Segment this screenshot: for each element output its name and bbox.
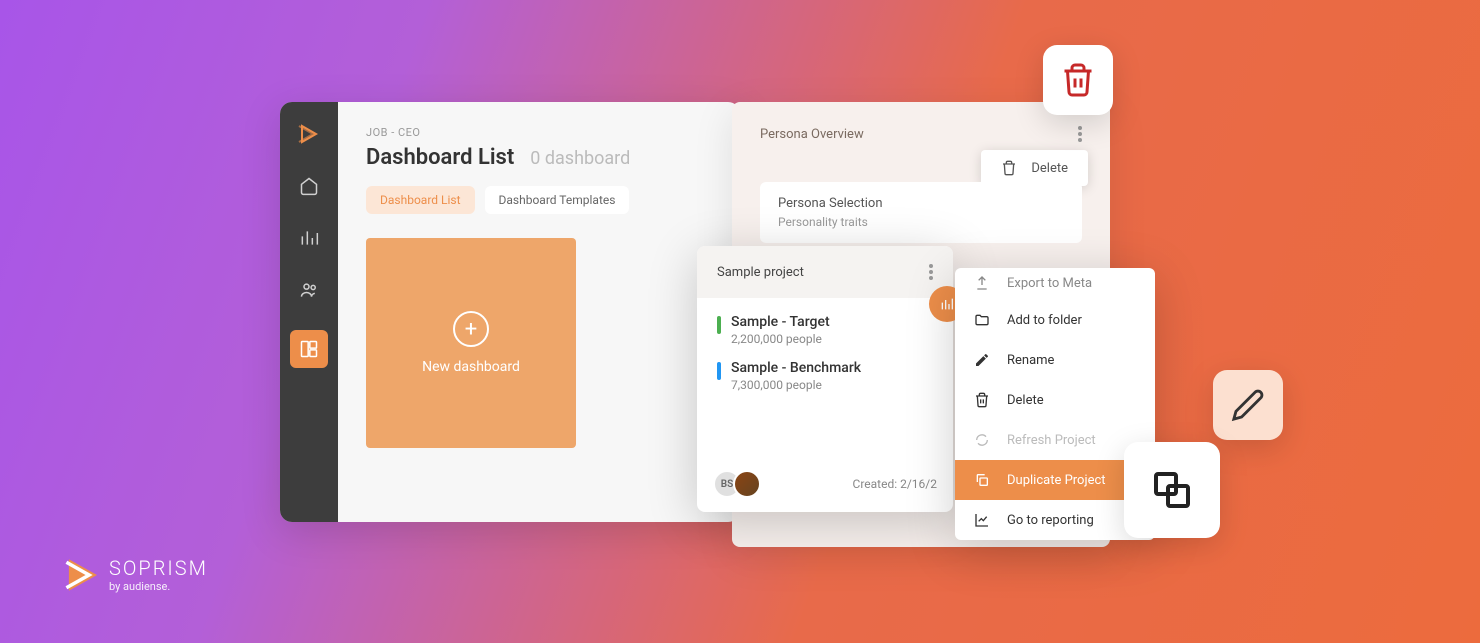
pencil-icon (973, 351, 991, 369)
target-people: 2,200,000 people (731, 332, 933, 346)
export-icon (973, 274, 991, 292)
trash-icon (1060, 62, 1096, 98)
new-dashboard-card[interactable]: + New dashboard (366, 238, 576, 448)
project-title: Sample project (717, 265, 804, 280)
tab-dashboard-templates[interactable]: Dashboard Templates (485, 186, 630, 214)
dashboard-content: JOB - CEO Dashboard List 0 dashboard Das… (338, 102, 740, 522)
trash-icon (973, 391, 991, 409)
brand-by: by audiense. (109, 580, 208, 593)
page-title-row: Dashboard List 0 dashboard (366, 145, 712, 170)
menu-delete-label: Delete (1007, 393, 1044, 408)
benchmark-row[interactable]: Sample - Benchmark 7,300,000 people (717, 360, 933, 392)
benchmark-color-bar (717, 362, 721, 380)
menu-delete[interactable]: Delete (955, 380, 1155, 420)
copy-icon (973, 471, 991, 489)
persona-title: Persona Overview (760, 127, 864, 142)
float-duplicate-card[interactable] (1124, 442, 1220, 538)
copy-icon (1148, 466, 1196, 514)
plus-icon: + (453, 311, 489, 347)
page-subtitle: 0 dashboard (530, 148, 630, 169)
menu-refresh-label: Refresh Project (1007, 433, 1096, 448)
project-footer: BS Created: 2/16/2 (713, 470, 937, 498)
float-edit-card[interactable] (1213, 370, 1283, 440)
page-title: Dashboard List (366, 145, 514, 170)
trash-icon (1001, 160, 1017, 176)
reporting-icon (973, 511, 991, 529)
refresh-icon (973, 431, 991, 449)
users-icon[interactable] (297, 278, 321, 302)
folder-icon (973, 311, 991, 329)
brand-logo: SOPRISM by audiense. (65, 556, 208, 593)
avatar-photo[interactable] (733, 470, 761, 498)
menu-rename[interactable]: Rename (955, 340, 1155, 380)
new-dashboard-label: New dashboard (422, 359, 520, 375)
brand-name: SOPRISM (109, 556, 208, 580)
benchmark-name: Sample - Benchmark (731, 360, 933, 376)
sidebar (280, 102, 338, 522)
float-trash-card[interactable] (1043, 45, 1113, 115)
project-card: Sample project Sample - Target 2,200,000… (697, 246, 953, 512)
menu-duplicate-label: Duplicate Project (1007, 473, 1106, 488)
chart-icon[interactable] (297, 226, 321, 250)
project-more-icon[interactable] (929, 264, 933, 280)
home-icon[interactable] (297, 174, 321, 198)
persona-header: Persona Overview (760, 126, 1082, 142)
pencil-icon (1231, 388, 1265, 422)
breadcrumb: JOB - CEO (366, 126, 712, 139)
menu-reporting-label: Go to reporting (1007, 513, 1094, 528)
target-row[interactable]: Sample - Target 2,200,000 people (717, 314, 933, 346)
persona-section-title: Persona Selection (778, 196, 1064, 211)
avatar-group: BS (713, 470, 753, 498)
delete-label: Delete (1031, 161, 1068, 176)
more-icon[interactable] (1078, 126, 1082, 142)
target-info: Sample - Target 2,200,000 people (731, 314, 933, 346)
brand-mark-icon (65, 558, 99, 592)
persona-section[interactable]: Persona Selection Personality traits (760, 182, 1082, 243)
created-date: Created: 2/16/2 (853, 477, 937, 491)
tabs: Dashboard List Dashboard Templates (366, 186, 712, 214)
dashboard-icon[interactable] (290, 330, 328, 368)
logo-icon (297, 122, 321, 146)
menu-export[interactable]: Export to Meta (955, 268, 1155, 300)
target-name: Sample - Target (731, 314, 933, 330)
dashboard-window: JOB - CEO Dashboard List 0 dashboard Das… (280, 102, 740, 522)
target-color-bar (717, 316, 721, 334)
menu-add-folder-label: Add to folder (1007, 313, 1082, 328)
menu-rename-label: Rename (1007, 353, 1054, 368)
benchmark-info: Sample - Benchmark 7,300,000 people (731, 360, 933, 392)
brand-text: SOPRISM by audiense. (109, 556, 208, 593)
persona-section-sub: Personality traits (778, 215, 1064, 229)
benchmark-people: 7,300,000 people (731, 378, 933, 392)
delete-popup[interactable]: Delete (981, 150, 1088, 186)
menu-export-label: Export to Meta (1007, 276, 1092, 291)
tab-dashboard-list[interactable]: Dashboard List (366, 186, 475, 214)
menu-add-folder[interactable]: Add to folder (955, 300, 1155, 340)
project-body: Sample - Target 2,200,000 people Sample … (697, 298, 953, 422)
project-header: Sample project (697, 246, 953, 298)
